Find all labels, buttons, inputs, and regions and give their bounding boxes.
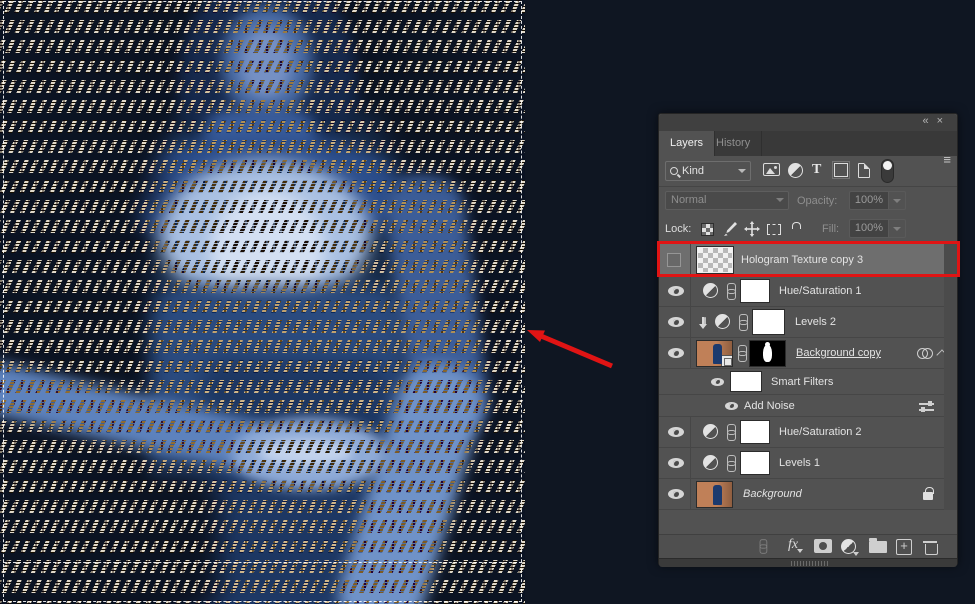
layer-name[interactable]: Hue/Saturation 1 <box>779 285 862 297</box>
blend-mode-value: Normal <box>671 194 707 206</box>
layer-name[interactable]: Smart Filters <box>771 376 833 388</box>
lock-transparency-icon[interactable] <box>701 223 714 236</box>
layer-row-add-noise[interactable]: Add Noise <box>659 395 946 417</box>
layers-list-gutter <box>944 244 957 510</box>
filter-kind-dropdown[interactable]: Kind <box>665 161 751 181</box>
visibility-eye-icon[interactable] <box>711 377 724 386</box>
layer-row-hologram-texture-copy-3[interactable]: Hologram Texture copy 3 <box>657 241 960 277</box>
layer-name[interactable]: Add Noise <box>744 400 795 412</box>
layer-row-hue-saturation-2[interactable]: Hue/Saturation 2 <box>659 417 946 448</box>
adjustment-layer-icon <box>715 314 730 329</box>
fill-dropdown-chevron <box>889 219 906 238</box>
layer-row-levels-2[interactable]: Levels 2 <box>659 307 946 338</box>
opacity-label: Opacity: <box>797 195 838 207</box>
collapse-panel-icon[interactable]: « <box>922 115 936 127</box>
layer-filter-row: Kind T <box>659 156 957 187</box>
smart-filter-indicator-icon[interactable] <box>917 347 933 360</box>
selection-marching-ants-bottom <box>3 562 522 563</box>
layers-list: Hologram Texture copy 3 Hue/Saturation 1… <box>657 241 960 510</box>
layer-mask-thumbnail[interactable] <box>752 309 785 335</box>
adjustment-layer-icon <box>703 283 718 298</box>
layer-mask-thumbnail[interactable] <box>740 420 770 444</box>
layer-mask-thumbnail-silhouette[interactable] <box>749 340 786 367</box>
lock-pixels-brush-icon[interactable] <box>722 221 738 237</box>
search-icon <box>670 167 678 175</box>
layer-name[interactable]: Background copy <box>796 347 881 359</box>
layer-name[interactable]: Levels 2 <box>795 316 836 328</box>
layer-mask-thumbnail[interactable] <box>740 279 770 303</box>
close-panel-icon[interactable]: × <box>937 115 951 127</box>
delete-layer-trash-icon[interactable] <box>923 539 938 555</box>
layer-row-hue-saturation-1[interactable]: Hue/Saturation 1 <box>659 276 946 307</box>
selection-marching-ants <box>3 1 522 602</box>
lock-position-icon[interactable] <box>744 221 760 237</box>
layer-row-levels-1[interactable]: Levels 1 <box>659 448 946 479</box>
layer-name[interactable]: Hologram Texture copy 3 <box>741 254 863 266</box>
filter-pixel-layers-icon[interactable] <box>763 163 780 176</box>
fill-value: 100% <box>849 219 889 238</box>
visibility-eye-icon[interactable] <box>668 427 684 437</box>
smart-filter-mask-thumbnail[interactable] <box>730 371 762 392</box>
chevron-down-icon <box>776 198 784 202</box>
smart-object-badge-icon <box>721 355 732 366</box>
lock-label: Lock: <box>665 223 692 235</box>
layer-name[interactable]: Levels 1 <box>779 457 820 469</box>
layer-styles-fx-icon[interactable]: fx <box>788 537 804 553</box>
layer-thumbnail-photo[interactable] <box>696 481 733 508</box>
panel-titlebar: «× <box>659 114 957 131</box>
blend-mode-row: Normal Opacity: 100% <box>659 187 957 215</box>
adjustment-layer-icon <box>703 424 718 439</box>
filter-kind-value: Kind <box>682 165 705 177</box>
layer-row-background-copy[interactable]: Background copy <box>659 338 948 369</box>
layer-name[interactable]: Background <box>743 488 802 500</box>
tab-history[interactable]: History <box>705 131 763 156</box>
visibility-checkbox-empty[interactable] <box>667 253 681 267</box>
new-adjustment-layer-icon[interactable] <box>841 539 859 556</box>
layer-mask-thumbnail[interactable] <box>740 451 770 475</box>
filter-toggle-switch[interactable] <box>881 159 894 183</box>
panel-tabbar: Layers History ≡ <box>659 131 957 167</box>
lock-row: Lock: Fill: 100% <box>659 215 957 244</box>
layer-thumbnail-transparent[interactable] <box>696 246 734 274</box>
visibility-eye-icon[interactable] <box>668 489 684 499</box>
chevron-down-icon <box>738 169 746 173</box>
filter-smart-objects-icon[interactable] <box>858 163 870 178</box>
filter-adjustment-layers-icon[interactable] <box>788 163 803 178</box>
panel-bottom-bar: fx + <box>659 534 957 558</box>
opacity-value: 100% <box>849 191 889 210</box>
fill-label: Fill: <box>822 223 840 235</box>
new-group-folder-icon[interactable] <box>869 538 887 553</box>
add-layer-mask-icon[interactable] <box>814 539 832 553</box>
resize-grip[interactable] <box>791 561 829 566</box>
filter-blending-options-icon[interactable] <box>919 401 934 412</box>
clipping-mask-arrow-icon <box>699 317 707 329</box>
document-canvas[interactable] <box>0 0 525 604</box>
visibility-eye-icon[interactable] <box>725 401 738 410</box>
opacity-dropdown-chevron <box>889 191 906 210</box>
layer-row-smart-filters[interactable]: Smart Filters <box>659 369 946 395</box>
layer-name[interactable]: Hue/Saturation 2 <box>779 426 862 438</box>
visibility-eye-icon[interactable] <box>668 458 684 468</box>
blend-mode-dropdown: Normal <box>665 191 789 210</box>
mask-link-icon <box>727 283 736 300</box>
visibility-eye-icon[interactable] <box>668 286 684 296</box>
mask-link-icon <box>727 455 736 472</box>
layers-panel: «× Layers History ≡ Kind T Normal Opacit… <box>657 113 960 567</box>
link-layers-icon[interactable] <box>759 539 768 554</box>
layer-row-background[interactable]: Background <box>659 479 946 510</box>
visibility-eye-icon[interactable] <box>668 317 684 327</box>
new-layer-icon[interactable]: + <box>896 539 912 555</box>
mask-link-icon <box>738 345 747 362</box>
mask-link-icon <box>727 424 736 441</box>
mask-link-icon <box>739 314 748 331</box>
layer-thumbnail-photo[interactable] <box>696 340 733 367</box>
filter-shape-layers-icon[interactable] <box>832 161 850 179</box>
visibility-eye-icon[interactable] <box>668 348 684 358</box>
lock-artboard-icon[interactable] <box>767 224 781 235</box>
panel-resize-strip[interactable] <box>659 558 957 567</box>
filter-type-layers-icon[interactable]: T <box>812 162 821 178</box>
adjustment-layer-icon <box>703 455 718 470</box>
locked-layer-icon <box>923 487 934 500</box>
